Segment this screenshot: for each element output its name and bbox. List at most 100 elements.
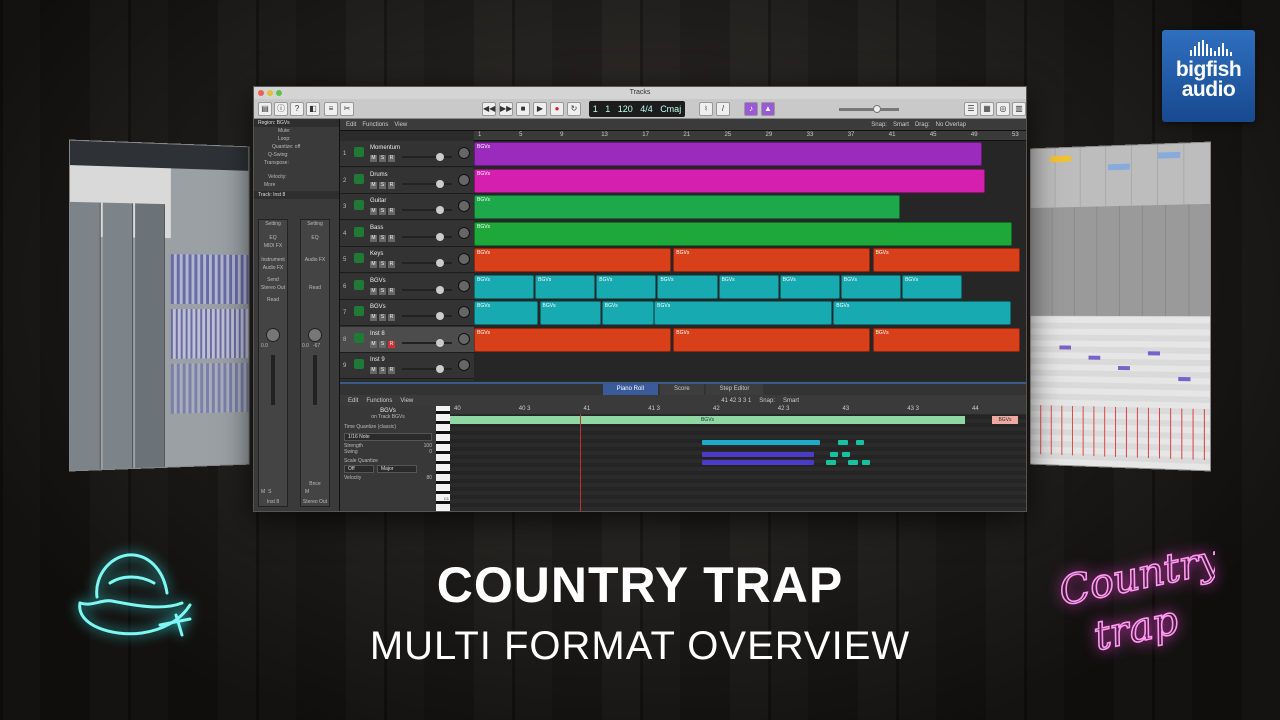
midi-region-next[interactable]: BGVs [992, 416, 1018, 424]
midi-note[interactable] [702, 460, 814, 465]
help-icon[interactable]: ? [290, 102, 304, 116]
track-solo-button[interactable]: S [379, 234, 386, 242]
midi-note[interactable] [856, 440, 864, 445]
midi-note[interactable] [830, 452, 838, 457]
editor-edit-menu[interactable]: Edit [348, 398, 358, 404]
mute-button[interactable]: M [305, 488, 309, 496]
track-pan-knob[interactable] [458, 147, 470, 159]
track-mute-button[interactable]: M [370, 155, 377, 162]
track-volume-slider[interactable] [402, 365, 452, 373]
track-pan-knob[interactable] [458, 359, 470, 371]
tuner-icon[interactable]: ♮ [699, 102, 713, 116]
track-region[interactable]: BGVs [840, 274, 901, 299]
eq-button[interactable]: EQ [259, 234, 287, 242]
track-header[interactable]: 4 Bass MSR [340, 220, 474, 247]
inspector-row[interactable]: Quantize: off [254, 143, 339, 151]
track-volume-slider[interactable] [402, 153, 452, 161]
quantize-select[interactable]: 1/16 Note [344, 433, 432, 441]
track-region[interactable]: BGVs [596, 274, 657, 299]
track-region[interactable]: BGVs [902, 274, 963, 299]
midi-note[interactable] [838, 440, 848, 445]
track-solo-button[interactable]: S [379, 367, 386, 374]
track-volume-slider[interactable] [402, 259, 452, 267]
track-pan-knob[interactable] [458, 173, 470, 186]
track-name[interactable]: Bass [370, 225, 383, 231]
tab-step-editor[interactable]: Step Editor [705, 384, 764, 395]
editor-view-menu[interactable]: View [400, 398, 413, 404]
track-mute-button[interactable]: M [370, 208, 377, 215]
track-name[interactable]: Keys [370, 251, 383, 257]
midi-fx-button[interactable]: MIDI FX [259, 242, 287, 250]
track-region[interactable]: BGVs [779, 274, 840, 299]
automation-mode[interactable]: Read [259, 296, 287, 304]
playhead[interactable] [580, 414, 581, 511]
track-region[interactable]: BGVs [673, 248, 870, 272]
audio-fx-slot[interactable]: Audio FX [301, 256, 329, 264]
audio-fx-slot[interactable]: Audio FX [259, 264, 287, 272]
piano-keyboard[interactable]: C1 [436, 406, 450, 511]
track-record-button[interactable]: R [388, 340, 395, 348]
velocity-value[interactable]: 80 [426, 475, 432, 481]
pan-knob[interactable] [266, 328, 280, 342]
track-record-button[interactable]: R [388, 234, 395, 242]
track-solo-button[interactable]: S [379, 181, 386, 189]
track-name[interactable]: BGVs [370, 278, 386, 284]
swing-value[interactable]: 0 [429, 449, 432, 455]
bar-ruler[interactable]: 1 5 9 13 17 21 25 29 33 37 41 45 49 53 [474, 131, 1026, 141]
inspector-row[interactable]: More [254, 181, 339, 189]
track-region[interactable]: BGVs [474, 142, 982, 166]
midi-note[interactable] [862, 460, 870, 465]
track-region[interactable]: BGVs [654, 301, 833, 325]
track-region[interactable]: BGVs [833, 301, 1011, 325]
snap-select[interactable]: Smart [893, 122, 909, 128]
track-record-button[interactable]: R [388, 208, 395, 215]
track-record-button[interactable]: R [388, 367, 395, 374]
track-mute-button[interactable]: M [370, 314, 377, 321]
track-volume-slider[interactable] [402, 285, 452, 294]
minimize-window-button[interactable] [267, 90, 273, 96]
track-solo-button[interactable]: S [379, 287, 386, 295]
editors-icon[interactable]: ✂ [340, 102, 354, 116]
track-header[interactable]: 2 Drums MSR [340, 167, 474, 194]
pan-knob[interactable] [308, 328, 322, 342]
track-lanes[interactable]: BGVs BGVs BGVs BGVs BGVs BGVs BGVs BGVs BGVs BGVs… [474, 141, 1026, 381]
track-pan-knob[interactable] [458, 332, 470, 345]
track-region[interactable]: BGVs [474, 274, 535, 299]
midi-region[interactable]: BGVs [450, 416, 965, 424]
lcd-display[interactable]: 1 1 120 4/4 Cmaj [589, 101, 685, 117]
editor-snap-select[interactable]: Smart [783, 398, 799, 404]
track-header[interactable]: 3 Guitar MSR [340, 194, 474, 220]
setting-button[interactable]: Setting [301, 220, 329, 228]
midi-note[interactable] [848, 460, 858, 465]
track-header[interactable]: 9 Inst 9 MSR [340, 353, 474, 379]
track-name[interactable]: BGVs [370, 304, 386, 310]
midi-note[interactable] [702, 440, 820, 445]
cycle-button[interactable]: ↻ [567, 102, 581, 116]
track-volume-slider[interactable] [402, 206, 452, 214]
edit-menu[interactable]: Edit [346, 122, 356, 128]
track-region[interactable]: BGVs [657, 274, 718, 299]
track-header[interactable]: 7 BGVs MSR [340, 300, 474, 326]
track-name[interactable]: Drums [370, 172, 388, 178]
track-record-button[interactable]: R [388, 155, 395, 162]
track-solo-button[interactable]: S [379, 340, 386, 348]
track-region[interactable]: BGVs [474, 168, 985, 193]
track-pan-knob[interactable] [458, 306, 470, 318]
stop-button[interactable]: ■ [516, 102, 530, 116]
track-inspector-header[interactable]: Track: Inst 8 [254, 191, 339, 199]
track-region[interactable]: BGVs [872, 248, 1020, 272]
count-in-icon[interactable]: ♪ [744, 102, 758, 116]
drag-select[interactable]: No Overlap [936, 122, 966, 128]
track-region[interactable]: BGVs [601, 301, 654, 325]
forward-button[interactable]: ▶▶ [499, 102, 513, 116]
track-solo-button[interactable]: S [379, 261, 386, 268]
track-record-button[interactable]: R [388, 287, 395, 295]
zoom-window-button[interactable] [276, 90, 282, 96]
midi-note[interactable] [842, 452, 850, 457]
smart-controls-icon[interactable]: ◧ [306, 102, 320, 116]
editor-functions-menu[interactable]: Functions [366, 398, 392, 404]
track-mute-button[interactable]: M [370, 287, 377, 295]
output-slot[interactable]: Stereo Out [259, 284, 287, 292]
track-region[interactable]: BGVs [535, 274, 596, 299]
track-region[interactable]: BGVs [474, 327, 671, 352]
